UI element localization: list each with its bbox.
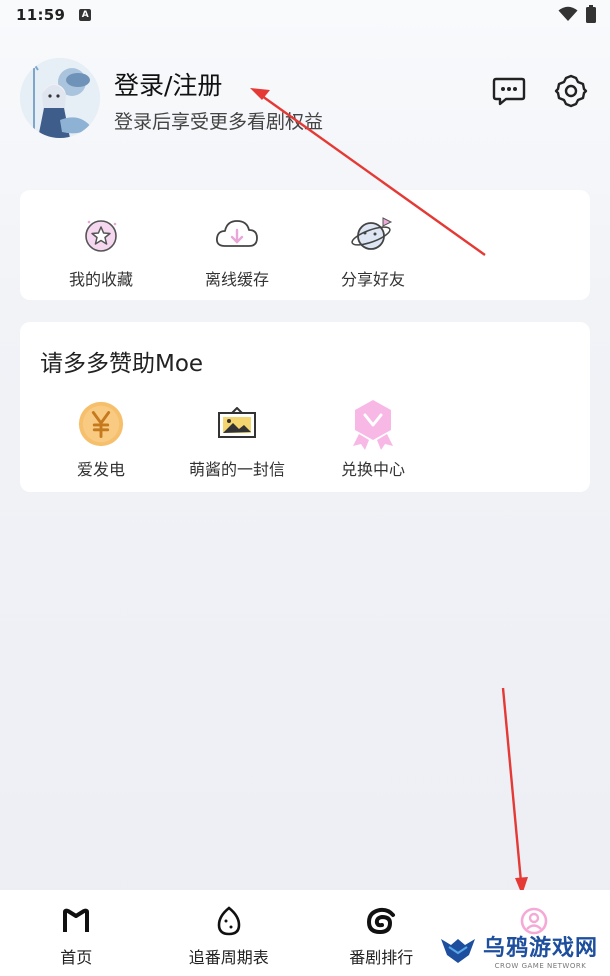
letter-item[interactable]: 萌酱的一封信 [182,400,292,480]
offline-cache-item[interactable]: 离线缓存 [182,210,292,290]
exchange-center-item[interactable]: 兑换中心 [318,400,428,480]
nav-ranking-label: 番剧排行 [349,948,414,967]
egg-icon [217,906,241,936]
accessibility-badge-icon: A [79,9,92,21]
status-time: 11:59 [16,6,66,24]
yen-coin-icon [78,401,124,447]
share-friends-label: 分享好友 [340,270,405,289]
share-planet-icon [351,217,393,250]
gear-icon[interactable] [554,74,588,108]
afdian-item[interactable]: 爱发电 [46,400,156,480]
favorites-label: 我的收藏 [68,270,133,289]
letter-label: 萌酱的一封信 [188,460,285,479]
status-icons [558,5,596,23]
wifi-icon [558,6,578,21]
watermark-title: 乌鸦游戏网 [482,936,598,961]
avatar[interactable] [20,58,100,138]
favorite-star-icon [85,220,117,252]
watermark: 乌鸦游戏网 CROW GAME NETWORK [439,930,598,970]
status-bar: 11:59 A [0,0,610,30]
exchange-badge-icon [353,400,393,450]
exchange-center-label: 兑换中心 [340,460,405,479]
quick-actions-card: 我的收藏 离线缓存 分享好友 [20,190,590,300]
nav-schedule-label: 追番周期表 [188,948,269,967]
crow-logo-icon [440,939,475,963]
nav-home[interactable]: 首页 [0,890,153,976]
nav-home-label: 首页 [60,948,93,967]
offline-cache-label: 离线缓存 [204,270,269,289]
profile-header: 登录/注册 登录后享受更多看剧权益 [20,56,590,140]
chat-icon[interactable] [492,74,526,108]
cloud-download-icon [216,220,258,247]
nav-ranking[interactable]: 番剧排行 [305,890,458,976]
home-m-icon [63,908,90,932]
support-title: 请多多赞助Moe [40,351,204,377]
watermark-subtitle: CROW GAME NETWORK [494,962,587,970]
support-card: 请多多赞助Moe 爱发电 萌酱的一封信 兑换中心 [20,322,590,492]
letter-picture-icon [218,407,256,438]
nav-schedule[interactable]: 追番周期表 [153,890,306,976]
battery-icon [586,5,596,23]
swirl-icon [367,907,396,935]
login-register-link[interactable]: 登录/注册 [114,66,222,102]
afdian-label: 爱发电 [76,460,125,479]
share-friends-item[interactable]: 分享好友 [318,210,428,290]
favorites-item[interactable]: 我的收藏 [46,210,156,290]
login-subtitle: 登录后享受更多看剧权益 [114,111,324,133]
